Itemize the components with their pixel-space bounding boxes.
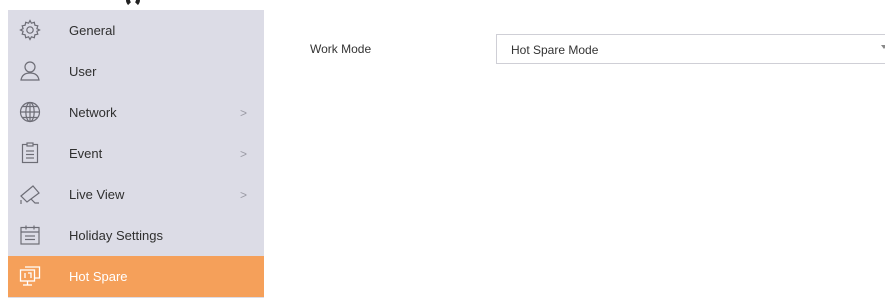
sidebar-item-event[interactable]: Event >: [8, 133, 264, 174]
sidebar-item-holiday-settings[interactable]: Holiday Settings: [8, 215, 264, 256]
sidebar-item-live-view[interactable]: Live View >: [8, 174, 264, 215]
sidebar-item-network[interactable]: Network >: [8, 92, 264, 133]
top-strip: [0, 0, 885, 10]
sidebar-item-label: Holiday Settings: [69, 228, 163, 243]
calendar-icon: [18, 223, 42, 247]
sidebar-item-label: Hot Spare: [69, 269, 128, 284]
hot-spare-icon: [18, 264, 42, 288]
chevron-right-icon: >: [240, 146, 248, 161]
sidebar: General User Network > Event > Live View…: [8, 10, 264, 298]
camera-icon: [18, 182, 42, 206]
chevron-down-icon: [881, 45, 885, 49]
sidebar-item-label: Live View: [69, 187, 125, 202]
work-mode-value: Hot Spare Mode: [511, 43, 599, 57]
sidebar-item-general[interactable]: General: [8, 10, 264, 51]
sidebar-item-hot-spare[interactable]: Hot Spare: [8, 256, 264, 297]
gear-icon: [18, 18, 42, 42]
sidebar-item-label: Event: [69, 146, 103, 161]
main-content: Work Mode Hot Spare Mode: [264, 10, 885, 298]
sidebar-item-label: Network: [69, 105, 117, 120]
chevron-right-icon: >: [240, 105, 248, 120]
globe-icon: [18, 100, 42, 124]
title-fragment: [126, 0, 140, 7]
sidebar-item-label: User: [69, 64, 97, 79]
sidebar-item-label: General: [69, 23, 116, 38]
work-mode-select[interactable]: Hot Spare Mode: [496, 34, 885, 64]
user-icon: [18, 59, 42, 83]
work-mode-label: Work Mode: [310, 42, 372, 56]
sidebar-item-user[interactable]: User: [8, 51, 264, 92]
clipboard-icon: [18, 141, 42, 165]
chevron-right-icon: >: [240, 187, 248, 202]
